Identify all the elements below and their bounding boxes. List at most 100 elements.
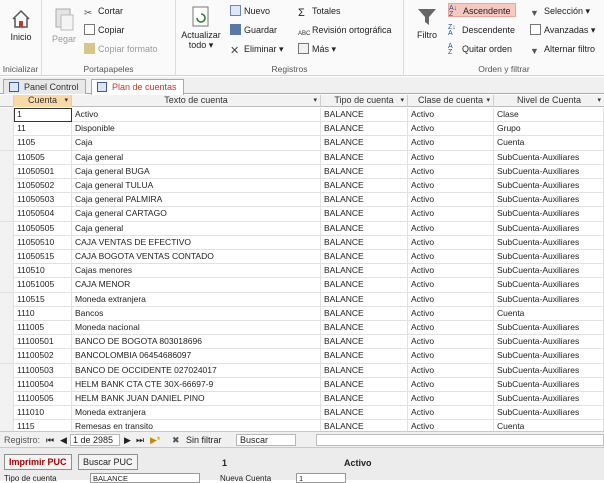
row-selector[interactable] — [0, 278, 14, 293]
cell-nivel[interactable]: SubCuenta-Auxiliares — [494, 193, 604, 208]
column-header-texto[interactable]: Texto de cuenta ▾ — [72, 95, 321, 107]
cell-cuenta[interactable]: 1105 — [14, 136, 72, 151]
table-row[interactable]: 1110 Bancos BALANCE Activo Cuenta — [0, 306, 604, 321]
cell-tipo[interactable]: BALANCE — [321, 363, 408, 378]
row-selector[interactable] — [0, 179, 14, 193]
cell-tipo[interactable]: BALANCE — [321, 278, 408, 293]
cell-clase[interactable]: Activo — [408, 278, 494, 293]
cell-texto[interactable]: Caja general — [72, 221, 321, 236]
table-row[interactable]: 11100501 BANCO DE BOGOTA 803018696 BALANCE… — [0, 335, 604, 350]
table-row[interactable]: 11050502 Caja general TULUA BALANCE Activo S… — [0, 179, 604, 194]
copiar-button[interactable]: Copiar — [84, 23, 125, 37]
row-selector[interactable] — [0, 164, 14, 179]
row-selector[interactable] — [0, 250, 14, 264]
table-row[interactable]: 111005 Moneda nacional BALANCE Activo SubCue… — [0, 321, 604, 336]
chevron-down-icon[interactable]: ▾ — [486, 95, 490, 106]
cell-nivel[interactable]: SubCuenta-Auxiliares — [494, 150, 604, 165]
cell-tipo[interactable]: BALANCE — [321, 179, 408, 193]
ascendente-button[interactable]: A↓ Z Ascendente — [448, 3, 516, 18]
cell-cuenta[interactable]: 11050503 — [14, 193, 72, 208]
cell-texto[interactable]: Moneda extranjera — [72, 292, 321, 307]
cell-cuenta[interactable]: 11050505 — [14, 221, 72, 236]
quitar-orden-button[interactable]: A Z Quitar orden — [448, 42, 512, 56]
inicio-button[interactable]: Inicio — [4, 8, 38, 42]
nueva-cuenta-field[interactable]: 1 — [296, 473, 346, 483]
table-row[interactable]: 11050515 CAJA BOGOTA VENTAS CONTADO BALANC… — [0, 250, 604, 265]
prev-record-icon[interactable]: ◀ — [60, 432, 67, 448]
row-selector[interactable] — [0, 150, 14, 165]
cell-clase[interactable]: Activo — [408, 250, 494, 264]
cell-nivel[interactable]: SubCuenta-Auxiliares — [494, 164, 604, 179]
cell-tipo[interactable]: BALANCE — [321, 193, 408, 208]
copiar-formato-button[interactable]: Copiar formato — [84, 42, 158, 56]
table-row[interactable]: 1115 Remesas en transito BALANCE Activo Cuen… — [0, 420, 604, 431]
cell-nivel[interactable]: SubCuenta-Auxiliares — [494, 278, 604, 293]
table-row[interactable]: 110515 Moneda extranjera BALANCE Activo SubC… — [0, 292, 604, 307]
cell-texto[interactable]: BANCO DE BOGOTA 803018696 — [72, 335, 321, 350]
table-row[interactable]: 11050505 Caja general BALANCE Activo SubCuen… — [0, 221, 604, 236]
search-input[interactable]: Buscar — [236, 434, 296, 446]
cell-clase[interactable]: Activo — [408, 335, 494, 350]
next-record-icon[interactable]: ▶ — [124, 432, 131, 448]
row-selector[interactable] — [0, 122, 14, 137]
cell-nivel[interactable]: SubCuenta-Auxiliares — [494, 349, 604, 364]
cell-cuenta[interactable]: 11050502 — [14, 179, 72, 193]
row-selector[interactable] — [0, 349, 14, 364]
cell-tipo[interactable]: BALANCE — [321, 221, 408, 236]
cell-cuenta[interactable]: 11051005 — [14, 278, 72, 293]
cell-cuenta[interactable]: 1110 — [14, 306, 72, 321]
cell-cuenta[interactable]: 11100502 — [14, 349, 72, 364]
cell-nivel[interactable]: SubCuenta-Auxiliares — [494, 292, 604, 307]
cell-cuenta[interactable]: 1 — [14, 108, 72, 122]
avanzadas-button[interactable]: Avanzadas ▾ — [530, 23, 595, 37]
mas-button[interactable]: Más ▾ — [298, 42, 336, 56]
cell-cuenta[interactable]: 111005 — [14, 321, 72, 335]
cell-clase[interactable]: Activo — [408, 306, 494, 321]
cell-tipo[interactable]: BALANCE — [321, 250, 408, 264]
cell-texto[interactable]: Activo — [72, 108, 321, 122]
chevron-down-icon[interactable]: ▾ — [400, 95, 404, 106]
actualizar-todo-button[interactable]: Actualizar todo ▾ — [178, 6, 224, 50]
cell-clase[interactable]: Activo — [408, 264, 494, 279]
table-row[interactable]: 11100505 HELM BANK JUAN DANIEL PINO BALANC… — [0, 392, 604, 407]
cell-cuenta[interactable]: 1115 — [14, 420, 72, 431]
cell-cuenta[interactable]: 111010 — [14, 406, 72, 421]
cell-nivel[interactable]: Cuenta — [494, 420, 604, 431]
cell-cuenta[interactable]: 110505 — [14, 150, 72, 165]
cell-tipo[interactable]: BALANCE — [321, 164, 408, 179]
cell-clase[interactable]: Activo — [408, 420, 494, 431]
cell-texto[interactable]: CAJA MENOR — [72, 278, 321, 293]
chevron-down-icon[interactable]: ▾ — [597, 95, 601, 106]
imprimir-puc-button[interactable]: Imprimir PUC — [4, 454, 72, 470]
table-row[interactable]: 11050510 CAJA VENTAS DE EFECTIVO BALANCE Ac… — [0, 235, 604, 250]
cell-texto[interactable]: Cajas menores — [72, 264, 321, 279]
cell-nivel[interactable]: SubCuenta-Auxiliares — [494, 264, 604, 279]
cell-tipo[interactable]: BALANCE — [321, 306, 408, 321]
cell-cuenta[interactable]: 11 — [14, 122, 72, 137]
cell-texto[interactable]: CAJA VENTAS DE EFECTIVO — [72, 235, 321, 250]
column-header-tipo[interactable]: Tipo de cuenta ▾ — [321, 95, 408, 107]
nuevo-button[interactable]: Nuevo — [230, 4, 270, 18]
cell-texto[interactable]: Disponible — [72, 122, 321, 137]
row-selector[interactable] — [0, 235, 14, 250]
cell-tipo[interactable]: BALANCE — [321, 108, 408, 122]
filtro-button[interactable]: Filtro — [412, 6, 442, 40]
cell-tipo[interactable]: BALANCE — [321, 235, 408, 250]
row-selector[interactable] — [0, 207, 14, 222]
buscar-puc-button[interactable]: Buscar PUC — [78, 454, 138, 470]
row-selector[interactable] — [0, 193, 14, 208]
last-record-icon[interactable]: ⏭ — [136, 432, 144, 448]
column-header-clase[interactable]: Clase de cuenta ▾ — [408, 95, 494, 107]
column-header-cuenta[interactable]: Cuenta ▾ — [14, 95, 72, 107]
pegar-button[interactable]: Pegar — [46, 6, 82, 44]
alternar-filtro-button[interactable]: ▼ Alternar filtro — [530, 42, 595, 56]
record-position-input[interactable]: 1 de 2985 — [70, 434, 120, 446]
guardar-button[interactable]: Guardar — [230, 23, 277, 37]
cell-cuenta[interactable]: 11100505 — [14, 392, 72, 406]
cell-nivel[interactable]: SubCuenta-Auxiliares — [494, 179, 604, 193]
row-selector[interactable] — [0, 392, 14, 406]
cell-nivel[interactable]: SubCuenta-Auxiliares — [494, 406, 604, 421]
revision-button[interactable]: ABC Revisión ortográfica — [298, 23, 392, 37]
cell-cuenta[interactable]: 11050504 — [14, 207, 72, 222]
cell-texto[interactable]: BANCO DE OCCIDENTE 027024017 — [72, 363, 321, 378]
